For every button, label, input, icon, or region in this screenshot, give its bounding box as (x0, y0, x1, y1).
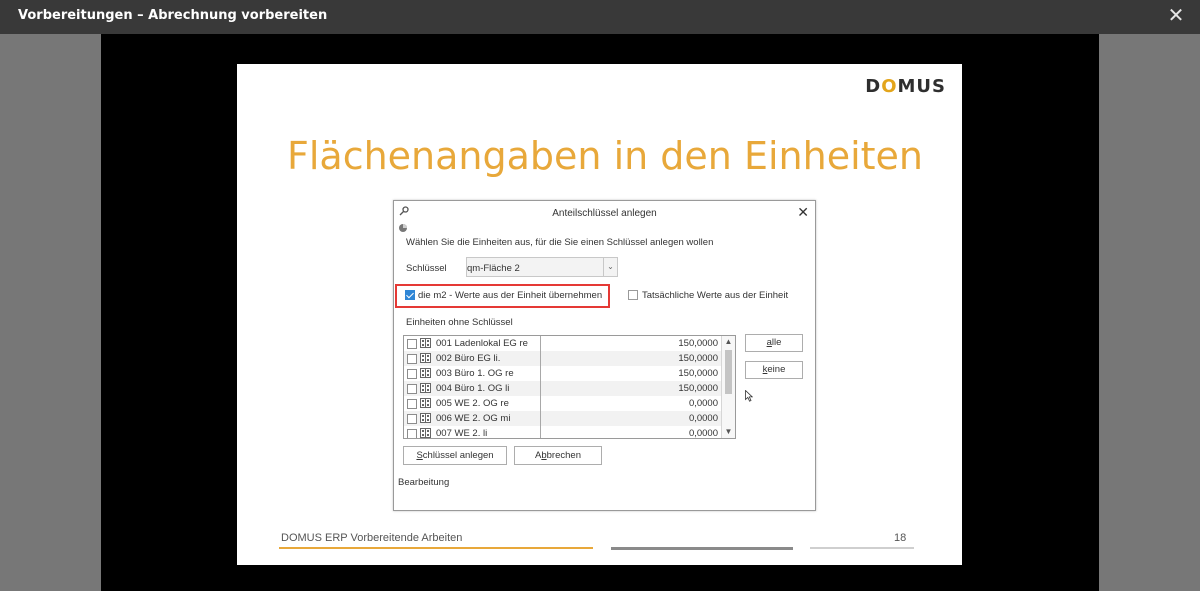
list-item[interactable]: 006 WE 2. OG mi 0,0000 (404, 411, 722, 426)
building-icon (420, 428, 431, 438)
dialog-title: Anteilschlüssel anlegen (552, 208, 657, 219)
unit-value: 0,0000 (688, 413, 718, 424)
building-icon (420, 383, 431, 393)
unit-name: 005 WE 2. OG re (436, 398, 509, 409)
status-label: Bearbeitung (398, 477, 450, 488)
unit-checkbox[interactable] (407, 429, 417, 438)
dialog-close-icon[interactable]: ✕ (797, 204, 809, 221)
unit-checkbox[interactable] (407, 414, 417, 424)
unit-value: 150,0000 (678, 338, 718, 349)
select-none-button[interactable]: keine (745, 361, 803, 379)
chevron-down-icon[interactable]: ⌄ (603, 258, 617, 276)
unit-name: 004 Büro 1. OG li (436, 383, 510, 394)
building-icon (420, 398, 431, 408)
unit-name: 003 Büro 1. OG re (436, 368, 514, 379)
scroll-thumb[interactable] (725, 350, 732, 394)
list-item[interactable]: 005 WE 2. OG re 0,0000 (404, 396, 722, 411)
dialog-instruction: Wählen Sie die Einheiten aus, für die Si… (406, 237, 714, 248)
slide-footer-text: DOMUS ERP Vorbereitende Arbeiten (281, 532, 463, 544)
m2-values-label: die m2 - Werte aus der Einheit übernehme… (418, 290, 603, 301)
unit-name: 002 Büro EG li. (436, 353, 501, 364)
footer-line (810, 547, 914, 549)
unit-name: 001 Ladenlokal EG re (436, 338, 528, 349)
building-icon (420, 353, 431, 363)
key-dialog: Anteilschlüssel anlegen ✕ Wählen Sie die… (393, 200, 816, 511)
domus-logo: DOMUS (865, 76, 946, 97)
building-icon (420, 368, 431, 378)
close-icon[interactable]: ✕ (1164, 4, 1188, 28)
unit-value: 150,0000 (678, 353, 718, 364)
unit-value: 150,0000 (678, 383, 718, 394)
window-title: Vorbereitungen – Abrechnung vorbereiten (18, 8, 328, 23)
scroll-up-icon[interactable]: ▲ (722, 336, 735, 348)
list-item[interactable]: 001 Ladenlokal EG re 150,0000 (404, 336, 722, 351)
select-all-button[interactable]: alle (745, 334, 803, 352)
column-divider[interactable] (540, 336, 541, 438)
unit-checkbox[interactable] (407, 399, 417, 409)
unit-checkbox[interactable] (407, 354, 417, 364)
slide: DOMUS Flächenangaben in den Einheiten An… (237, 64, 962, 565)
key-select-value: qm-Fläche 2 (467, 263, 520, 274)
mouse-cursor-icon (745, 390, 753, 402)
building-icon (420, 413, 431, 423)
key-label: Schlüssel (406, 263, 447, 274)
unit-checkbox[interactable] (407, 339, 417, 349)
slide-page-number: 18 (894, 532, 907, 544)
units-list[interactable]: 001 Ladenlokal EG re 150,0000 002 Büro E… (403, 335, 736, 439)
pie-chart-icon (399, 224, 407, 232)
building-icon (420, 338, 431, 348)
create-key-button[interactable]: Schlüssel anlegen (403, 446, 507, 465)
units-list-label: Einheiten ohne Schlüssel (406, 317, 513, 328)
unit-name: 006 WE 2. OG mi (436, 413, 511, 424)
key-select[interactable]: qm-Fläche 2 ⌄ (466, 257, 618, 277)
list-item[interactable]: 007 WE 2. li 0,0000 (404, 426, 722, 439)
list-item[interactable]: 002 Büro EG li. 150,0000 (404, 351, 722, 366)
scroll-down-icon[interactable]: ▼ (722, 426, 735, 438)
list-scrollbar[interactable]: ▲ ▼ (721, 336, 735, 438)
list-item[interactable]: 003 Büro 1. OG re 150,0000 (404, 366, 722, 381)
footer-line (611, 547, 793, 550)
actual-values-label: Tatsächliche Werte aus der Einheit (642, 290, 789, 301)
slide-title: Flächenangaben in den Einheiten (287, 134, 923, 178)
footer-line (279, 547, 593, 549)
m2-values-checkbox[interactable] (405, 290, 415, 300)
list-item[interactable]: 004 Büro 1. OG li 150,0000 (404, 381, 722, 396)
unit-value: 0,0000 (688, 428, 718, 439)
actual-values-checkbox[interactable] (628, 290, 638, 300)
cancel-button[interactable]: Abbrechen (514, 446, 602, 465)
unit-checkbox[interactable] (407, 384, 417, 394)
unit-name: 007 WE 2. li (436, 428, 488, 439)
title-bar: Vorbereitungen – Abrechnung vorbereiten … (0, 0, 1200, 34)
unit-checkbox[interactable] (407, 369, 417, 379)
unit-value: 0,0000 (688, 398, 718, 409)
unit-value: 150,0000 (678, 368, 718, 379)
